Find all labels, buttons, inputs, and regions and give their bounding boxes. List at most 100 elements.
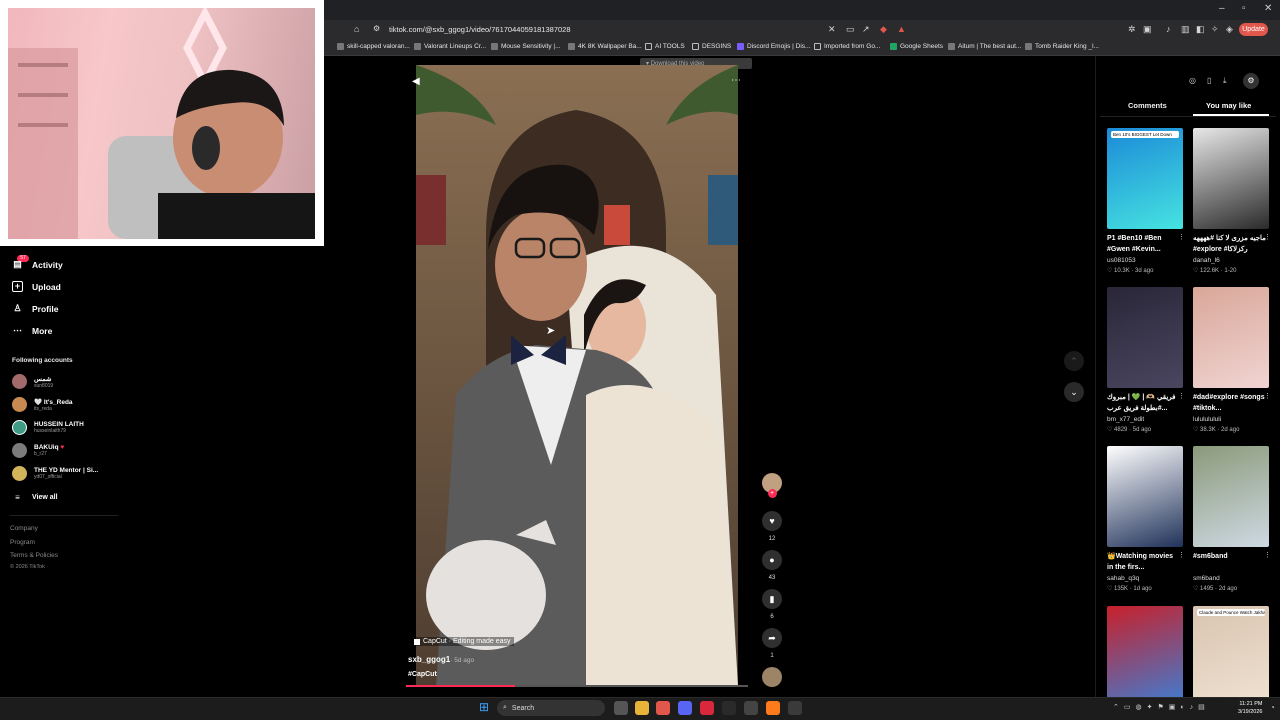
bookmark-item[interactable]: skill-capped valoran... <box>337 43 410 50</box>
nav-activity[interactable]: ▤ Activity <box>12 259 62 270</box>
wallet-icon[interactable]: ◈ <box>1226 24 1233 35</box>
video-stats: ♡ 10.3K · 3d ago <box>1107 268 1154 274</box>
update-button[interactable]: Update <box>1239 23 1268 36</box>
video-user[interactable]: danah_l6 <box>1193 257 1220 264</box>
tab-you-may-like[interactable]: You may like <box>1206 101 1251 110</box>
video-user[interactable]: us081053 <box>1107 257 1136 264</box>
nav-more[interactable]: ⋯ More <box>12 325 52 336</box>
start-windows-icon[interactable]: ⊞ <box>479 701 492 714</box>
video-title[interactable]: P1 #Ben10 #Ben #Gwen #Kevin... <box>1107 233 1181 255</box>
video-user[interactable]: sahab_q3q <box>1107 575 1139 582</box>
sound-disc[interactable] <box>760 667 784 687</box>
bookmark-icon[interactable]: ⌂ <box>354 24 359 34</box>
sidebar-icon[interactable]: ▥ <box>1181 24 1190 35</box>
brave-rewards-icon[interactable]: ▲ <box>897 24 906 34</box>
volume-icon[interactable]: ◀ <box>412 76 420 87</box>
app-icon[interactable] <box>766 701 780 715</box>
video-title[interactable]: #dad#explore #songs #tiktok... <box>1193 392 1267 414</box>
brave-shield-icon[interactable]: ◆ <box>880 24 887 35</box>
bookmark-folder[interactable]: AI TOOLS <box>645 43 685 50</box>
bookmark-item[interactable]: Tomb Raider King _l... <box>1025 43 1099 50</box>
bookmark-folder[interactable]: Imported from Go... <box>814 43 880 50</box>
video-title[interactable]: ماجيه مزرى لا كنا #ههههه #explore #ركزلا… <box>1193 233 1267 255</box>
author-avatar[interactable]: + <box>760 473 784 498</box>
url-field[interactable]: tiktok.com/@sxb_ggog1/video/761704405918… <box>389 25 571 34</box>
pip-icon[interactable]: ◎ <box>1189 76 1196 85</box>
site-settings-icon[interactable]: ⚙ <box>373 24 380 33</box>
video-progress-bar[interactable] <box>406 685 748 687</box>
mute-site-icon[interactable]: ✕ <box>828 24 836 35</box>
following-account[interactable]: BAKUiq ♥ b_r27 <box>12 443 64 458</box>
share-button[interactable]: ➦ 1 <box>760 628 784 659</box>
video-player[interactable] <box>416 65 738 687</box>
view-all-link[interactable]: ≡ View all <box>12 492 57 503</box>
video-title[interactable]: فريقي 🫶🏼 | 💚 | مبروك #بطولة فريق عرب... <box>1107 392 1181 414</box>
video-thumbnail <box>1107 606 1183 707</box>
more-vertical-icon[interactable]: ⋮ <box>1264 551 1271 559</box>
follow-plus-icon[interactable]: + <box>767 489 777 498</box>
more-vertical-icon[interactable]: ⋮ <box>1178 551 1185 559</box>
file-explorer-icon[interactable] <box>635 701 649 715</box>
video-author[interactable]: sxb_ggog1· 5d ago <box>408 655 474 664</box>
following-account[interactable]: THE YD Mentor | Si... yd07_official <box>12 466 98 481</box>
taskbar-clock[interactable]: 11:21 PM 3/19/2026 <box>1238 700 1262 716</box>
bookmark-item[interactable]: Mouse Sensitivity |... <box>491 43 561 50</box>
music-icon[interactable]: ♪ <box>1166 24 1171 34</box>
share-icon[interactable]: ↗ <box>862 24 870 35</box>
bookmark-item[interactable]: 4K 8K Wallpaper Ba... <box>568 43 642 50</box>
phone-icon[interactable]: ▯ <box>1207 76 1211 85</box>
leo-icon[interactable]: ✧ <box>1211 24 1219 35</box>
bookmark-item[interactable]: Discord Emojis | Dis... <box>737 43 810 50</box>
minimize-icon[interactable]: – <box>1219 3 1225 14</box>
nav-profile[interactable]: ♙ Profile <box>12 303 58 314</box>
more-vertical-icon[interactable]: ⋮ <box>1264 392 1271 400</box>
more-vertical-icon[interactable]: ⋮ <box>1178 392 1185 400</box>
capcut-tag[interactable]: CapCut · Editing made easy <box>411 637 514 646</box>
footer-terms[interactable]: Terms & Policies <box>10 552 58 559</box>
brave-app-icon[interactable] <box>656 701 670 715</box>
video-user[interactable]: bm_x77_edit <box>1107 416 1144 423</box>
more-vertical-icon[interactable]: ⋮ <box>1178 233 1185 241</box>
close-icon[interactable]: ✕ <box>1264 3 1272 14</box>
bookmark-item[interactable]: Valorant Lineups Cr... <box>414 43 486 50</box>
following-account[interactable]: HUSSEIN LAITH husseinlaith79 <box>12 420 84 435</box>
nav-upload[interactable]: + Upload <box>12 281 61 292</box>
split-icon[interactable]: ◧ <box>1196 24 1205 35</box>
comment-button[interactable]: ● 43 <box>760 550 784 581</box>
previous-video-button[interactable]: ⌃ <box>1064 351 1084 371</box>
task-view-icon[interactable] <box>614 701 628 715</box>
taskbar-search[interactable]: ⌕ Search <box>497 700 605 716</box>
extensions-icon[interactable]: ✲ <box>1128 24 1136 35</box>
video-stats: ♡ 38.3K · 2d ago <box>1193 427 1240 433</box>
more-vertical-icon[interactable]: ⋮ <box>1264 233 1271 241</box>
discord-app-icon[interactable] <box>678 701 692 715</box>
bookmark-item[interactable]: Google Sheets <box>890 43 943 50</box>
tab-comments[interactable]: Comments <box>1128 101 1167 110</box>
next-video-button[interactable]: ⌄ <box>1064 382 1084 402</box>
puzzle-icon[interactable]: ▣ <box>1143 24 1152 35</box>
like-button[interactable]: ♥ 12 <box>760 511 784 542</box>
footer-company[interactable]: Company <box>10 525 38 532</box>
footer-program[interactable]: Program <box>10 539 35 546</box>
system-tray-icons[interactable]: ⌃▭◍✦⚑▣◐♪▤ <box>1113 703 1210 711</box>
video-user[interactable]: sm6band <box>1193 575 1220 582</box>
app-icon[interactable] <box>700 701 714 715</box>
bookmark-item[interactable]: Aitum | The best aut... <box>948 43 1021 50</box>
following-account[interactable]: شمس sun8019 <box>12 374 53 389</box>
video-title[interactable]: 👑Watching movies in the firs... <box>1107 551 1181 573</box>
following-account[interactable]: 🤍 It's_Reda its_reda <box>12 397 73 412</box>
more-options-icon[interactable]: ⋯ <box>731 75 741 86</box>
obs-icon[interactable] <box>744 701 758 715</box>
terminal-icon[interactable] <box>722 701 736 715</box>
bookmark-folder[interactable]: DESGINS <box>692 43 731 50</box>
notifications-icon[interactable]: ◔ <box>1270 703 1275 712</box>
app-icon[interactable] <box>788 701 802 715</box>
screen-icon[interactable]: ▭ <box>846 24 855 35</box>
download-icon[interactable]: ⤓ <box>1223 76 1227 86</box>
video-hashtag[interactable]: #CapCut <box>408 671 437 678</box>
save-button[interactable]: ▮ 6 <box>760 589 784 620</box>
settings-icon[interactable]: ⚙ <box>1243 73 1259 89</box>
video-user[interactable]: lulululululi <box>1193 416 1221 423</box>
video-title[interactable]: #sm6band <box>1193 551 1267 562</box>
maximize-icon[interactable]: ▫ <box>1242 3 1246 14</box>
